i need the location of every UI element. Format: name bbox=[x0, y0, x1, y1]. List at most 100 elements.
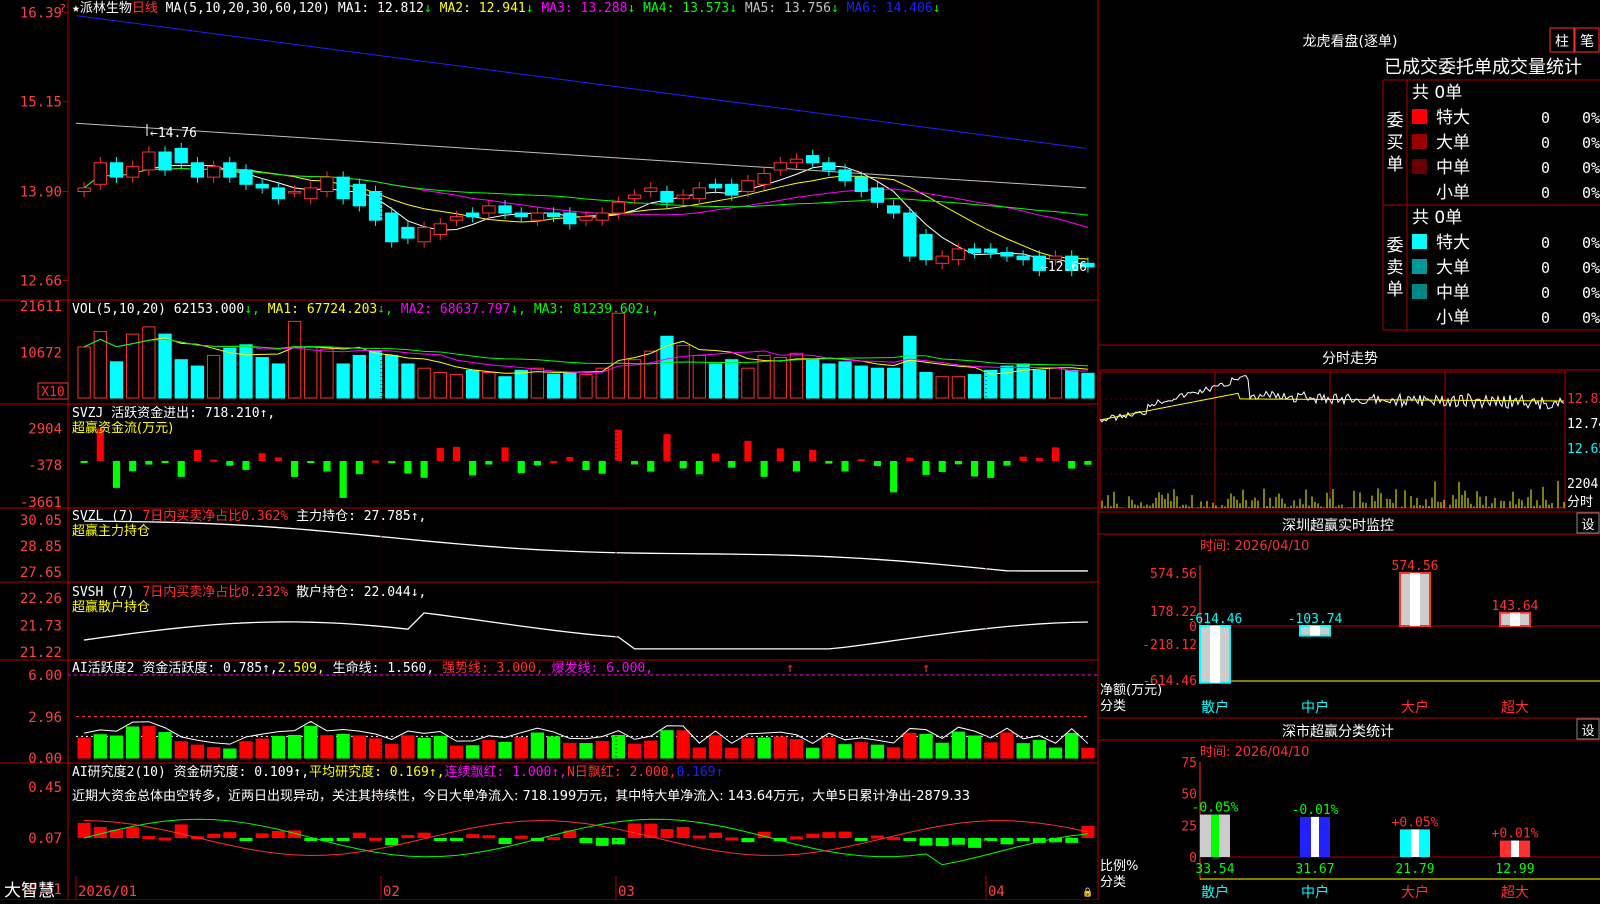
sell-row-pct: 0% bbox=[1582, 259, 1600, 277]
ai2-p1: 资金研究度: 0.109↑, bbox=[174, 764, 309, 780]
svzj-sub: 超赢资金流(万元) bbox=[72, 420, 173, 436]
sz-monitor-time: 时间: 2026/04/10 bbox=[1200, 539, 1309, 554]
ai2-bar bbox=[514, 835, 528, 839]
sz-monitor-tick: 574.56 bbox=[1150, 567, 1197, 582]
volume-bar bbox=[449, 374, 464, 399]
price-tick: 15.15 bbox=[20, 95, 62, 111]
down-arrow-icon: ↓ bbox=[831, 1, 847, 16]
sz-stats-value: 33.54 bbox=[1195, 862, 1234, 877]
intraday-tick: 12.83 bbox=[1567, 392, 1600, 407]
ai1-bar bbox=[93, 734, 107, 759]
buy-row-count: 0 bbox=[1541, 159, 1550, 177]
ai1-tick: 2.96 bbox=[28, 710, 62, 726]
intraday-avg-line bbox=[1099, 392, 1565, 421]
vol-tick: 10672 bbox=[20, 346, 62, 362]
svzl-label: SVZL (7) bbox=[72, 509, 142, 524]
candle bbox=[806, 155, 820, 164]
buy-row: 特大 0 0% bbox=[1412, 108, 1600, 128]
ai1-bar bbox=[482, 740, 496, 759]
vol-tick: 21611 bbox=[20, 299, 62, 315]
volume-bar bbox=[190, 365, 205, 399]
sell-swatch bbox=[1412, 259, 1427, 274]
sz-stats-pct: -0.01% bbox=[1292, 803, 1339, 818]
vol-axis: 21611 10672 bbox=[20, 299, 62, 362]
sz-stats-bar: +0.05% 21.79 bbox=[1392, 815, 1439, 877]
candle bbox=[271, 187, 286, 200]
sz-stats-category: 大户 bbox=[1401, 884, 1429, 900]
svzl-line bbox=[84, 520, 1088, 572]
ai2-bar bbox=[870, 835, 884, 839]
ai1-bar bbox=[514, 736, 528, 759]
candle bbox=[611, 201, 626, 214]
sz-monitor-bar: 143.64 bbox=[1492, 599, 1539, 627]
volume-bar bbox=[822, 363, 836, 399]
volume-bar bbox=[1000, 365, 1014, 399]
sz-stats-settings-label[interactable]: 设 bbox=[1581, 724, 1594, 739]
volume-bar bbox=[255, 357, 269, 399]
svzj-bar bbox=[307, 461, 315, 463]
vol-label: VOL(5,10,20) bbox=[72, 302, 174, 317]
ma-header: ★派林生物日线 MA(5,10,20,30,60,120) MA1: 12.81… bbox=[72, 1, 941, 16]
svzj-bar bbox=[436, 447, 444, 461]
down-arrow-icon: ↓, bbox=[510, 302, 533, 317]
ai2-label: AI研究度2(10) bbox=[72, 764, 174, 780]
candle bbox=[741, 180, 755, 192]
sell-row-pct: 0% bbox=[1582, 284, 1600, 302]
buy-row-pct: 0% bbox=[1582, 109, 1600, 127]
tab-bar-label[interactable]: 柱 bbox=[1555, 34, 1569, 50]
ai1-tick: 0.00 bbox=[28, 751, 62, 767]
buy-total: 共 0单 bbox=[1412, 83, 1462, 103]
candle bbox=[530, 212, 545, 221]
intraday-title: 分时走势 bbox=[1322, 351, 1378, 367]
down-arrow-icon: ↓, bbox=[244, 302, 267, 317]
candle bbox=[1016, 255, 1030, 261]
sz-monitor-settings-label[interactable]: 设 bbox=[1581, 518, 1594, 533]
svzl-sub: 超赢主力持仓 bbox=[72, 523, 150, 539]
svzj-bar bbox=[355, 461, 363, 475]
ai1-bar bbox=[1065, 732, 1079, 759]
buy-row-pct: 0% bbox=[1582, 159, 1600, 177]
ai1-bar bbox=[1048, 747, 1063, 759]
ai1-bar bbox=[854, 742, 868, 759]
date-tick: 2026/01 bbox=[78, 884, 137, 900]
svzj-bar bbox=[857, 459, 865, 462]
ma-lines bbox=[75, 15, 1089, 266]
ai2-tick: 0.07 bbox=[28, 831, 62, 847]
ai2-bar bbox=[482, 835, 496, 839]
svzj-bar bbox=[485, 461, 493, 465]
candle bbox=[466, 212, 480, 218]
dzh-terminal: 16.39 15.15 13.90 12.66 ←14.76 ←12.66 ★派林生物日线 … bbox=[0, 0, 1600, 901]
ai2-p5: 0.169↑ bbox=[676, 765, 723, 780]
tab-tick-label[interactable]: 笔 bbox=[1580, 34, 1594, 50]
ai1-header: AI活跃度2 资金活跃度: 0.785↑,2.509, 生命线: 1.560, … bbox=[72, 660, 653, 676]
sell-row-name: 中单 bbox=[1436, 283, 1470, 303]
sell-row-name: 特大 bbox=[1436, 233, 1470, 253]
ai2-bar bbox=[822, 832, 836, 838]
lock-icon[interactable]: 🔒 bbox=[1082, 887, 1093, 898]
ai1-bar bbox=[336, 733, 350, 759]
ai2-bar bbox=[709, 832, 722, 838]
volume-bar bbox=[903, 335, 917, 399]
candle bbox=[886, 205, 901, 214]
ma2-value: MA2: 12.941 bbox=[440, 1, 526, 16]
ai2-bar bbox=[369, 837, 382, 841]
candle bbox=[287, 190, 302, 194]
ai1-bar bbox=[158, 732, 172, 759]
help-icon[interactable]: ? bbox=[59, 2, 66, 15]
volume-bar bbox=[806, 359, 820, 399]
svzj-bar bbox=[226, 461, 234, 466]
sz-stats-pct: +0.01% bbox=[1492, 827, 1539, 842]
svsh-text2: 散户持仓: 22.044↓, bbox=[296, 584, 426, 600]
ai2-bar bbox=[239, 838, 253, 841]
date-tick: 03 bbox=[618, 884, 635, 900]
svsh-tick: 21.73 bbox=[20, 619, 62, 635]
candle bbox=[255, 183, 269, 189]
candle bbox=[546, 212, 561, 218]
volume-bar bbox=[1081, 372, 1095, 399]
volume-bar bbox=[433, 371, 447, 399]
ai1-bar bbox=[255, 738, 269, 759]
sz-stats-bar: -0.01% 31.67 bbox=[1292, 803, 1339, 877]
buy-side-label-char: 买 bbox=[1387, 133, 1404, 153]
sell-swatch bbox=[1412, 309, 1427, 324]
svzj-bar bbox=[339, 461, 347, 498]
